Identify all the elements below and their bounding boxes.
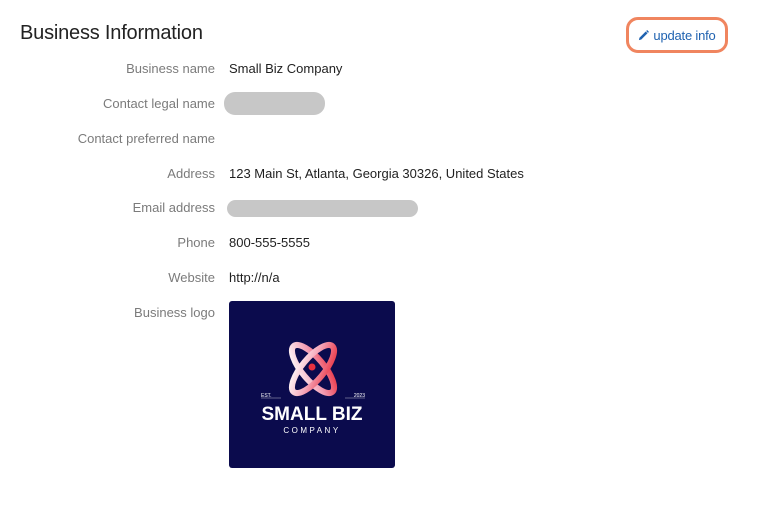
redacted-value bbox=[224, 92, 325, 115]
logo-year: 2023 bbox=[354, 393, 365, 399]
field-address: Address 123 Main St, Atlanta, Georgia 30… bbox=[0, 163, 524, 183]
logo-name-line1: SMALL BIZ bbox=[262, 404, 363, 425]
field-email-address: Email address bbox=[0, 197, 215, 217]
update-info-button[interactable]: update info bbox=[626, 17, 728, 53]
field-label: Contact preferred name bbox=[77, 130, 215, 146]
logo-atom-icon bbox=[288, 341, 338, 397]
field-contact-preferred-name: Contact preferred name bbox=[0, 128, 215, 148]
field-business-logo: Business logo bbox=[0, 302, 215, 322]
field-business-name: Business name Small Biz Company bbox=[0, 58, 342, 78]
field-value: 123 Main St, Atlanta, Georgia 30326, Uni… bbox=[229, 165, 524, 181]
redacted-value bbox=[227, 200, 418, 217]
field-label: Business name bbox=[126, 60, 215, 76]
update-info-label: update info bbox=[653, 27, 716, 43]
page-title: Business Information bbox=[20, 22, 203, 44]
business-logo-image: EST. 2023 SMALL BIZ COMPANY bbox=[229, 301, 395, 468]
field-value: Small Biz Company bbox=[229, 60, 343, 76]
field-label: Phone bbox=[177, 234, 215, 250]
field-phone: Phone 800-555-5555 bbox=[0, 232, 310, 252]
field-label: Business logo bbox=[134, 304, 215, 320]
field-contact-legal-name: Contact legal name bbox=[0, 93, 215, 113]
field-label: Contact legal name bbox=[102, 95, 215, 111]
field-value: 800-555-5555 bbox=[229, 234, 310, 250]
field-value: http://n/a bbox=[229, 269, 280, 285]
logo-est-label: EST. bbox=[261, 393, 272, 399]
field-website: Website http://n/a bbox=[0, 267, 280, 287]
business-information-page: Business Information update info Busines… bbox=[0, 0, 765, 510]
pencil-icon bbox=[638, 29, 650, 41]
field-label: Address bbox=[167, 165, 215, 181]
field-label: Website bbox=[168, 269, 215, 285]
field-label: Email address bbox=[132, 199, 215, 215]
logo-name-line2: COMPANY bbox=[283, 426, 340, 435]
